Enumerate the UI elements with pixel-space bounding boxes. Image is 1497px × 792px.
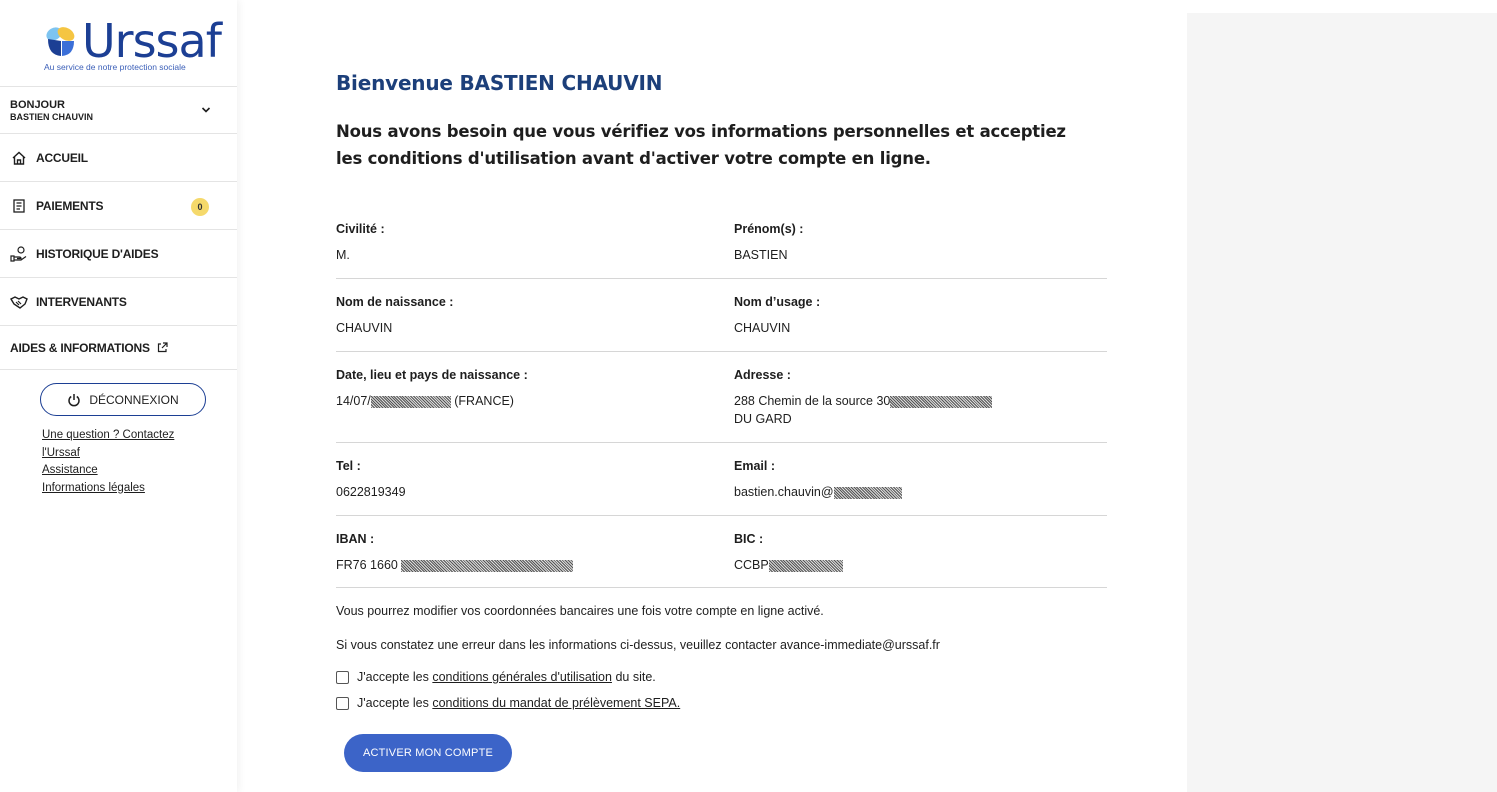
bic-field: BIC : CCBP [734,532,843,574]
power-icon [68,393,81,406]
document-icon [10,197,28,215]
email-field: Email : bastien.chauvin@ [734,459,902,501]
sidebar-item-accueil[interactable]: ACCUEIL [0,134,237,182]
nom-naissance-value: CHAUVIN [336,321,393,335]
info-row-bank: IBAN : FR76 1660 BIC : CCBP [336,532,1107,588]
sidebar-item-label: ACCUEIL [36,150,88,165]
email-value: bastien.chauvin@ [734,483,902,501]
external-link-icon [154,339,172,357]
user-menu[interactable]: BONJOUR BASTIEN CHAUVIN [0,86,237,134]
activate-account-button[interactable]: ACTIVER MON COMPTE [344,734,512,772]
nom-naissance-label: Nom de naissance : [336,295,454,309]
adresse-label: Adresse : [734,368,791,382]
nom-naissance-field: Nom de naissance : CHAUVIN [336,295,453,337]
cgu-checkbox[interactable] [336,670,349,684]
email-prefix: bastien.chauvin@ [734,485,834,499]
sidebar-item-paiements[interactable]: PAIEMENTS 0 [0,182,237,230]
iban-prefix: FR76 1660 [336,558,398,572]
page-subtitle: Nous avons besoin que vous vérifiez vos … [336,122,1066,168]
sidebar-item-intervenants[interactable]: INTERVENANTS [0,278,237,326]
iban-field: IBAN : FR76 1660 [336,532,574,574]
sidebar: Urssaf Au service de notre protection so… [0,0,237,792]
logout-button[interactable]: DÉCONNEXION [40,383,206,416]
redacted-block [833,486,902,499]
civilite-label: Civilité : [336,222,385,236]
assistance-link[interactable]: Assistance [42,462,192,480]
nom-usage-field: Nom d’usage : CHAUVIN [734,295,820,337]
iban-label: IBAN : [336,532,375,546]
sidebar-item-label: HISTORIQUE D'AIDES [36,246,159,261]
naissance-date: 14/07/ [336,394,371,408]
error-note: Si vous constatez une erreur dans les in… [336,638,940,652]
bic-prefix: CCBP [734,558,769,572]
urssaf-logo[interactable]: Urssaf Au service de notre protection so… [0,0,237,86]
civilite-field: Civilité : M. [336,222,385,264]
urssaf-logo-icon [46,27,75,56]
sidebar-item-historique[interactable]: HISTORIQUE D'AIDES [0,230,237,278]
cgu-prefix: J'accepte les [357,670,429,684]
home-icon [10,149,28,167]
prenom-field: Prénom(s) : BASTIEN [734,222,803,264]
bic-label: BIC : [734,532,764,546]
sidebar-item-label: AIDES & INFORMATIONS [10,340,150,355]
side-links: Une question ? Contactez l'Urssaf Assist… [42,427,192,497]
bank-note: Vous pourrez modifier vos coordonnées ba… [336,604,824,618]
tel-field: Tel : 0622819349 [336,459,406,501]
logout-label: DÉCONNEXION [89,392,179,407]
sidebar-item-label: INTERVENANTS [36,294,127,309]
right-panel [1187,13,1497,792]
sepa-prefix: J'accepte les [357,696,429,710]
cgu-suffix: du site. [615,670,656,684]
adresse-field: Adresse : 288 Chemin de la source 30 DU … [734,368,993,428]
redacted-block [401,559,574,572]
handshake-icon [10,293,28,311]
adresse-line1: 288 Chemin de la source 30 [734,394,891,408]
redacted-block [768,559,843,572]
iban-value: FR76 1660 [336,556,574,574]
sidebar-item-aides-informations[interactable]: AIDES & INFORMATIONS [0,326,237,370]
nom-usage-label: Nom d’usage : [734,295,821,309]
naissance-field: Date, lieu et pays de naissance : 14/07/… [336,368,528,410]
prenom-value: BASTIEN [734,248,788,262]
logo-name: Urssaf [82,14,222,68]
sidebar-item-label: PAIEMENTS [36,198,104,213]
cgu-checkbox-row[interactable]: J'accepte les conditions générales d'uti… [336,670,656,684]
chevron-down-icon [201,107,211,113]
adresse-value: 288 Chemin de la source 30 DU GARD [734,392,993,428]
adresse-line2: DU GARD [734,412,792,426]
naissance-label: Date, lieu et pays de naissance : [336,368,528,382]
naissance-value: 14/07/ (FRANCE) [336,392,528,410]
redacted-block [890,395,993,408]
sepa-link[interactable]: conditions du mandat de prélèvement SEPA… [432,696,680,710]
tel-value: 0622819349 [336,485,406,499]
sepa-checkbox-row[interactable]: J'accepte les conditions du mandat de pr… [336,696,680,710]
info-row-noms: Nom de naissance : CHAUVIN Nom d’usage :… [336,295,1107,352]
payments-count-badge: 0 [191,198,209,216]
contact-link[interactable]: Une question ? Contactez l'Urssaf [42,427,192,462]
tel-label: Tel : [336,459,361,473]
page-title: Bienvenue BASTIEN CHAUVIN [336,71,663,95]
sepa-checkbox[interactable] [336,696,349,710]
logo-tagline: Au service de notre protection sociale [44,62,186,72]
bic-value: CCBP [734,556,843,574]
email-label: Email : [734,459,775,473]
info-row-naissance-adresse: Date, lieu et pays de naissance : 14/07/… [336,368,1107,443]
naissance-country: (FRANCE) [454,394,514,408]
prenom-label: Prénom(s) : [734,222,804,236]
info-row-civilite: Civilité : M. Prénom(s) : BASTIEN [336,222,1107,279]
legal-info-link[interactable]: Informations légales [42,480,192,498]
civilite-value: M. [336,248,350,262]
redacted-block [370,395,451,408]
cgu-link[interactable]: conditions générales d'utilisation [432,670,612,684]
nom-usage-value: CHAUVIN [734,321,791,335]
hand-coin-icon [10,245,28,263]
info-row-contact: Tel : 0622819349 Email : bastien.chauvin… [336,459,1107,516]
